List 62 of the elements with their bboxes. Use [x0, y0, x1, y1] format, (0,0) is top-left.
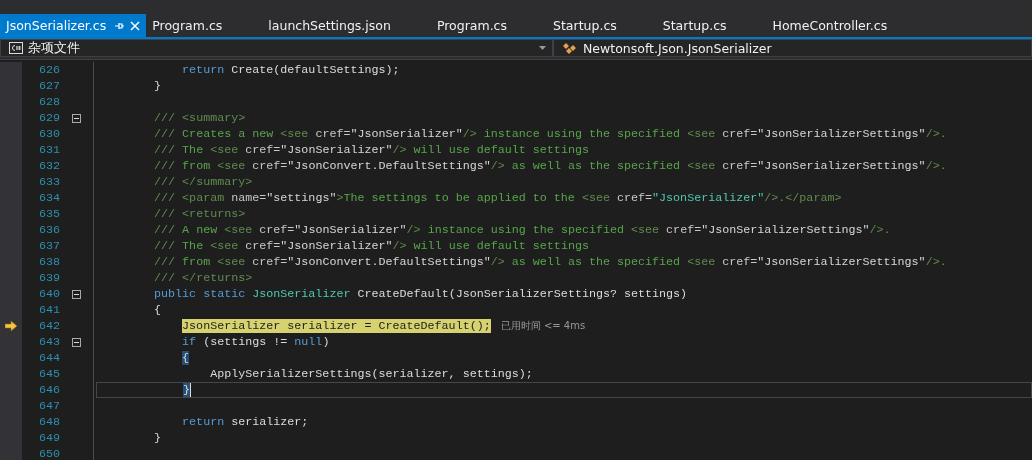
class-icon — [562, 41, 578, 55]
code-line: /// <returns> — [154, 207, 246, 221]
line-number: 628 — [37, 95, 60, 109]
file-tab[interactable]: Startup.cs — [656, 14, 767, 37]
code-line: } — [154, 79, 162, 93]
line-number: 631 — [37, 143, 60, 157]
code-line: /// Creates a new <see cref="JsonSerializer"/> instance using the specified <see cref="JsonSerializerSettings"/>. — [154, 127, 947, 141]
line-number: 640 — [37, 287, 60, 301]
line-number: 633 — [37, 175, 60, 189]
dropdown-caret-icon[interactable] — [539, 46, 546, 50]
line-number: 632 — [37, 159, 60, 173]
line-number: 647 — [37, 399, 60, 413]
file-tab[interactable]: Startup.cs — [547, 14, 657, 37]
code-line: } — [154, 431, 162, 445]
line-number: 627 — [37, 79, 60, 93]
line-number: 634 — [37, 191, 60, 205]
line-number: 635 — [37, 207, 60, 221]
pin-icon[interactable] — [114, 20, 125, 31]
code-line: /// <summary> — [154, 111, 246, 125]
code-line: return Create(defaultSettings); — [182, 63, 400, 77]
file-tab[interactable]: Program.cs — [430, 14, 547, 37]
collapse-icon[interactable] — [72, 289, 81, 299]
collapse-icon[interactable] — [72, 337, 81, 347]
code-line: /// <param name="settings">The settings to be applied to the <see cref="JsonSerializer"/>.</param> — [154, 191, 842, 205]
code-line: public static JsonSerializer CreateDefault(JsonSerializerSettings? settings) — [154, 287, 688, 301]
collapse-icon[interactable] — [72, 113, 81, 123]
line-number: 637 — [37, 239, 60, 253]
line-number: 643 — [37, 335, 60, 349]
line-number: 649 — [37, 431, 60, 445]
code-line: if (settings != null) — [182, 335, 330, 349]
line-number: 639 — [37, 271, 60, 285]
close-icon[interactable] — [130, 20, 141, 31]
csharp-file-icon — [9, 42, 23, 54]
line-number: 638 — [37, 255, 60, 269]
line-number: 626 — [37, 63, 60, 77]
project-dropdown[interactable]: 杂项文件 — [0, 39, 553, 57]
code-line: /// The <see cref="JsonSerializer"/> will use default settings — [154, 143, 589, 157]
line-number: 642 — [37, 319, 60, 333]
file-tab[interactable]: HomeController.cs — [766, 14, 928, 37]
line-number: 636 — [37, 223, 60, 237]
code-line: return serializer; — [182, 415, 309, 429]
line-number: 644 — [37, 351, 60, 365]
line-number: 630 — [37, 127, 60, 141]
type-dropdown[interactable]: Newtonsoft.Json.JsonSerializer — [553, 39, 1032, 57]
code-line: { — [154, 303, 162, 317]
line-number: 650 — [37, 447, 60, 460]
file-tab[interactable]: JsonSerializer.cs — [0, 14, 147, 37]
execution-time-hint: 已用时间 <= 4ms — [500, 319, 586, 333]
code-line: /// </summary> — [154, 175, 253, 189]
file-tab[interactable]: launchSettings.json — [262, 14, 431, 37]
file-tab[interactable]: Program.cs — [146, 14, 263, 37]
code-line: /// A new <see cref="JsonSerializer"/> instance using the specified <see cref="JsonSerializerSettings"/>. — [154, 223, 891, 237]
line-number: 646 — [37, 383, 60, 397]
code-line: /// </returns> — [154, 271, 253, 285]
line-number: 645 — [37, 367, 60, 381]
code-line: /// from <see cref="JsonConvert.DefaultSettings"/> as well as the specified <see cref="JsonSerializerSettings"/>. — [154, 255, 947, 269]
line-number: 641 — [37, 303, 60, 317]
line-number: 629 — [37, 111, 60, 125]
code-line: /// The <see cref="JsonSerializer"/> will use default settings — [154, 239, 589, 253]
code-line: ApplySerializerSettings(serializer, settings); — [210, 367, 533, 381]
line-number: 648 — [37, 415, 60, 429]
code-line: /// from <see cref="JsonConvert.DefaultSettings"/> as well as the specified <see cref="JsonSerializerSettings"/>. — [154, 159, 947, 173]
